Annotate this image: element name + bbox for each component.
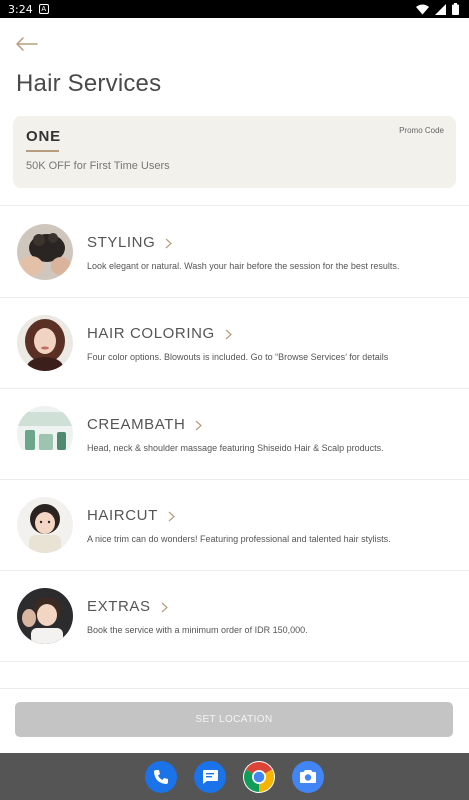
- chrome-icon[interactable]: [243, 760, 275, 793]
- service-item-extras[interactable]: EXTRAS Book the service with a minimum o…: [0, 570, 469, 662]
- chevron-right-icon: [196, 420, 203, 430]
- status-bar: 3:24 A: [0, 0, 469, 18]
- signal-icon: [435, 3, 446, 15]
- haircut-avatar: [17, 497, 73, 553]
- promo-code: ONE: [26, 128, 61, 145]
- wifi-icon: [416, 4, 429, 14]
- service-description: Book the service with a minimum order of…: [87, 625, 308, 635]
- app-dock: [0, 753, 469, 800]
- back-button[interactable]: [16, 32, 42, 56]
- divider: [0, 688, 469, 689]
- notification-icon: A: [38, 4, 49, 14]
- promo-code-label: Promo Code: [399, 126, 444, 135]
- service-description: A nice trim can do wonders! Featuring pr…: [87, 534, 391, 544]
- chevron-right-icon: [161, 602, 168, 612]
- hair-coloring-avatar: [17, 315, 73, 371]
- chevron-right-icon: [168, 511, 175, 521]
- set-location-button[interactable]: SET LOCATION: [15, 702, 453, 737]
- service-name: HAIR COLORING: [87, 325, 232, 342]
- status-time: 3:24: [8, 2, 33, 16]
- promo-card[interactable]: ONE Promo Code 50K OFF for First Time Us…: [13, 116, 456, 188]
- service-item-haircut[interactable]: HAIRCUT A nice trim can do wonders! Feat…: [0, 479, 469, 571]
- battery-icon: [452, 3, 459, 15]
- service-item-hair-coloring[interactable]: HAIR COLORING Four color options. Blowou…: [0, 297, 469, 389]
- service-name: STYLING: [87, 234, 173, 251]
- phone-icon[interactable]: [145, 760, 177, 793]
- styling-avatar: [17, 224, 73, 280]
- promo-description: 50K OFF for First Time Users: [26, 160, 170, 172]
- creambath-avatar: [17, 406, 73, 462]
- extras-avatar: [17, 588, 73, 644]
- camera-icon[interactable]: [292, 760, 324, 793]
- service-item-styling[interactable]: STYLING Look elegant or natural. Wash yo…: [0, 206, 469, 298]
- service-name: HAIRCUT: [87, 507, 175, 524]
- back-arrow-icon: [16, 37, 38, 51]
- page-title: Hair Services: [16, 70, 162, 97]
- service-item-creambath[interactable]: CREAMBATH Head, neck & shoulder massage …: [0, 388, 469, 480]
- promo-code-underline: [26, 150, 59, 152]
- service-name: CREAMBATH: [87, 416, 203, 433]
- service-description: Look elegant or natural. Wash your hair …: [87, 261, 400, 271]
- messages-icon[interactable]: [194, 760, 226, 793]
- chevron-right-icon: [165, 238, 173, 248]
- service-description: Four color options. Blowouts is included…: [87, 352, 389, 362]
- chevron-right-icon: [225, 329, 232, 339]
- service-description: Head, neck & shoulder massage featuring …: [87, 443, 384, 453]
- service-name: EXTRAS: [87, 598, 168, 615]
